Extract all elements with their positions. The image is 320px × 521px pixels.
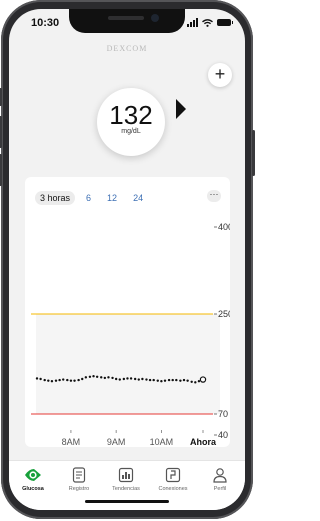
log-icon: [72, 467, 86, 483]
glucose-point: [54, 379, 58, 382]
glucose-point: [197, 380, 201, 383]
glucose-point: [133, 377, 137, 381]
volume-down-button: [0, 154, 2, 186]
home-indicator: [85, 500, 169, 503]
glucose-point: [163, 379, 167, 382]
brand-logo: DEXCOM: [106, 44, 148, 53]
x-tick-label: 10AM: [150, 437, 174, 447]
tab-registro[interactable]: Registro: [57, 466, 101, 492]
glucose-point: [171, 378, 174, 382]
add-event-button[interactable]: +: [208, 63, 232, 87]
glucose-point: [50, 380, 54, 383]
glucose-point: [182, 378, 186, 382]
glucose-point: [62, 378, 65, 381]
notch: [69, 9, 185, 33]
glucose-point: [88, 375, 92, 378]
battery-icon: [217, 19, 233, 26]
x-tick-label: 8AM: [62, 437, 81, 447]
glucose-point: [73, 379, 76, 382]
signal-icon: [187, 18, 198, 27]
glucose-point: [47, 379, 50, 382]
glucose-point: [81, 377, 84, 381]
glucose-point: [35, 377, 39, 380]
glucose-point: [84, 376, 88, 379]
trend-arrow-icon: [176, 99, 186, 119]
glucose-point: [69, 379, 73, 382]
glucose-point: [77, 378, 80, 382]
glucose-chart: 400 250 70 40 8AM 9AM 10AM Ahora: [31, 222, 230, 447]
tab-tendencias[interactable]: Tendencias: [104, 466, 148, 492]
phone-frame: 10:30 DEXCOM + 132 mg/dL 3 horas 6 12 24…: [0, 0, 255, 519]
glucose-point: [43, 378, 46, 382]
status-icons: [187, 18, 233, 27]
glucose-icon: [25, 469, 41, 481]
glucose-point: [58, 378, 61, 382]
glucose-point: [103, 376, 107, 380]
glucose-point: [107, 376, 110, 379]
tab-label: Conexiones: [158, 486, 188, 492]
status-time: 10:30: [31, 17, 60, 29]
target-range-band: [36, 314, 220, 414]
wifi-icon: [202, 18, 213, 27]
glucose-point: [190, 380, 193, 383]
y-tick-label: 250: [218, 309, 230, 319]
profile-icon: [213, 468, 227, 483]
glucose-point: [92, 375, 95, 378]
glucose-point: [186, 379, 189, 382]
current-reading-point: [199, 376, 207, 383]
glucose-point: [66, 378, 69, 382]
glucose-point: [175, 378, 178, 382]
glucose-point: [114, 377, 118, 381]
glucose-reading[interactable]: 132 mg/dL: [97, 88, 165, 156]
glucose-point: [145, 378, 148, 381]
trends-icon: [118, 467, 134, 483]
y-tick-label: 70: [218, 409, 228, 419]
tab-label: Tendencias: [112, 486, 140, 492]
tab-label: Registro: [68, 486, 90, 492]
tab-glucosa[interactable]: Glucosa: [11, 466, 55, 492]
y-tick-label: 40: [218, 430, 228, 440]
glucose-point: [148, 378, 152, 382]
glucose-point: [160, 380, 163, 383]
front-camera: [151, 14, 159, 22]
glucose-chart-card: 3 horas 6 12 24 ··· 40025070408AM9AM10AM…: [25, 177, 230, 447]
glucose-point: [126, 377, 129, 380]
glucose-point: [95, 375, 99, 378]
speaker: [108, 16, 144, 20]
glucose-point: [141, 377, 144, 381]
app-screen: 10:30 DEXCOM + 132 mg/dL 3 horas 6 12 24…: [9, 9, 245, 510]
glucose-point: [100, 376, 103, 379]
glucose-point: [194, 381, 197, 384]
glucose-point: [152, 378, 155, 382]
glucose-unit: mg/dL: [121, 128, 141, 135]
glucose-point: [156, 379, 159, 382]
glucose-point: [129, 377, 133, 380]
glucose-point: [167, 378, 171, 382]
tab-conexiones[interactable]: Conexiones: [151, 466, 195, 492]
glucose-point: [118, 378, 121, 381]
glucose-point: [179, 379, 182, 382]
glucose-point: [111, 376, 114, 380]
volume-up-button: [0, 116, 2, 148]
power-button: [252, 130, 255, 176]
glucose-point: [39, 377, 42, 381]
glucose-point: [137, 378, 140, 381]
glucose-value: 132: [109, 100, 153, 130]
connections-icon: [165, 467, 181, 483]
glucose-point: [122, 377, 126, 381]
x-tick-label: Ahora: [190, 437, 217, 447]
tab-label: Perfil: [213, 486, 227, 492]
tab-perfil[interactable]: Perfil: [198, 466, 242, 492]
mute-switch: [0, 88, 2, 106]
x-tick-label: 9AM: [107, 437, 126, 447]
y-tick-label: 400: [218, 222, 230, 232]
tab-label: Glucosa: [22, 486, 44, 492]
